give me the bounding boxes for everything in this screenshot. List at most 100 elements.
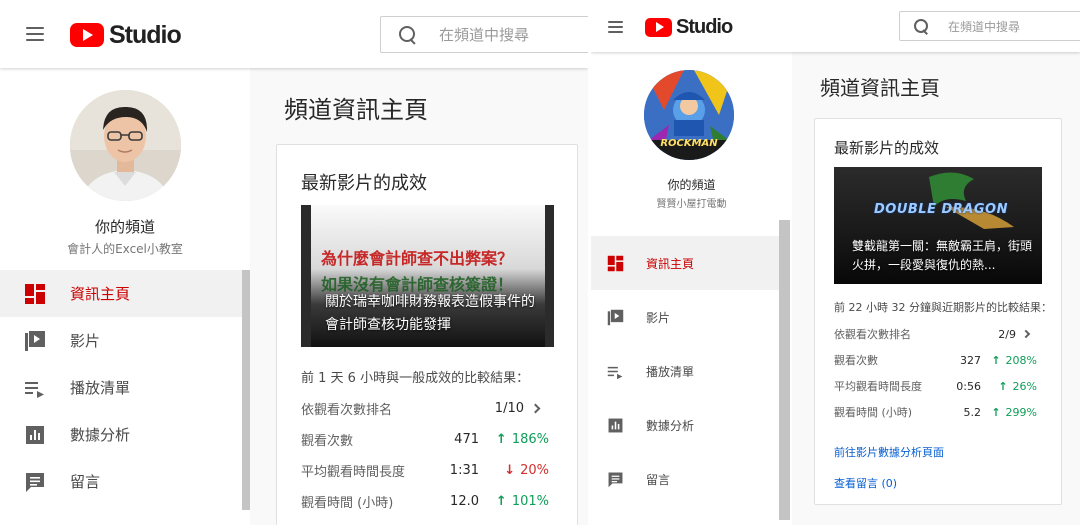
channel-title: 你的頻道 bbox=[94, 218, 155, 236]
stat-row-avg-duration: 平均觀看時間長度 1:31 ↓ 20% bbox=[301, 459, 549, 481]
thumbnail-banner-line-1: 為什麼會計師查不出弊案？ bbox=[321, 249, 514, 268]
channel-title: 你的頻道 bbox=[667, 178, 716, 192]
channel-subtitle: 會計人的Excel小教室 bbox=[67, 242, 183, 256]
sidebar-item-label: 留言 bbox=[70, 473, 101, 491]
arrow-up-icon: ↑ bbox=[998, 379, 1008, 393]
stat-value: 1/10 bbox=[494, 400, 524, 416]
sidebar-nav: 資訊主頁 影片 播放清單 數據分析 留言 bbox=[591, 236, 779, 506]
stat-change-value: 20% bbox=[520, 462, 549, 478]
playlist-icon bbox=[24, 377, 46, 399]
arrow-up-icon: ↑ bbox=[495, 493, 507, 509]
stat-change-value: 299% bbox=[1005, 405, 1037, 419]
sidebar-item-label: 播放清單 bbox=[70, 379, 131, 397]
stat-row-watch-time: 觀看時間 (小時) 5.2 ↑ 299% bbox=[834, 403, 1037, 421]
stat-row-views: 觀看次數 471 ↑ 186% bbox=[301, 428, 549, 450]
sidebar-item-label: 資訊主頁 bbox=[70, 285, 131, 303]
search-icon bbox=[399, 25, 417, 44]
search-input[interactable]: 在頻道中搜尋 bbox=[899, 11, 1080, 41]
stat-label: 平均觀看時間長度 bbox=[301, 464, 406, 480]
stat-value: 0:56 bbox=[956, 379, 981, 393]
sidebar-item-videos[interactable]: 影片 bbox=[591, 290, 779, 344]
card-title: 最新影片的成效 bbox=[834, 139, 940, 157]
sidebar-item-playlists[interactable]: 播放清單 bbox=[0, 364, 242, 411]
logo-text: Studio bbox=[676, 15, 733, 38]
menu-icon[interactable] bbox=[26, 27, 44, 41]
video-title: 雙截龍第一關：無敵霸王肩，街頭火拼，一段愛與復仇的熱... bbox=[852, 239, 1033, 272]
analytics-icon bbox=[24, 424, 46, 446]
main-content: 頻道資訊主頁 最新影片的成效 為什麼會計師查不出弊案？ 如果沒有會計師查核簽證！… bbox=[250, 68, 588, 525]
dashboard-icon bbox=[24, 283, 46, 305]
stat-label: 觀看次數 bbox=[301, 433, 354, 449]
comment-icon bbox=[24, 471, 46, 493]
stat-label: 依觀看次數排名 bbox=[301, 402, 393, 418]
logo-text: Studio bbox=[109, 20, 182, 49]
video-icon bbox=[607, 309, 624, 326]
studio-window-right: Studio 在頻道中搜尋 ROCKMAN 你的頻道 賢賢小屋打電動 資訊主頁 … bbox=[591, 0, 1080, 525]
stat-row-views: 觀看次數 327 ↑ 208% bbox=[834, 351, 1037, 369]
studio-logo[interactable]: Studio bbox=[70, 20, 182, 50]
stat-change: ↑ 186% bbox=[479, 432, 549, 447]
stat-change: ↑ 101% bbox=[479, 494, 549, 509]
comments-link[interactable]: 查看留言 (0) bbox=[834, 475, 897, 491]
sidebar-item-analytics[interactable]: 數據分析 bbox=[591, 398, 779, 452]
menu-icon[interactable] bbox=[608, 21, 623, 33]
stat-change: ↑ 299% bbox=[981, 406, 1037, 419]
analytics-icon bbox=[607, 417, 624, 434]
avatar-portrait-image bbox=[70, 90, 181, 201]
stat-label: 觀看時間 (小時) bbox=[834, 406, 913, 419]
sidebar-item-label: 影片 bbox=[646, 310, 671, 325]
stat-value: 327 bbox=[960, 353, 981, 367]
analytics-link[interactable]: 前往影片數據分析頁面 bbox=[834, 444, 944, 460]
sidebar-item-analytics[interactable]: 數據分析 bbox=[0, 411, 242, 458]
avatar[interactable]: ROCKMAN bbox=[644, 70, 734, 160]
sidebar-item-dashboard[interactable]: 資訊主頁 bbox=[591, 236, 779, 290]
sidebar-item-label: 數據分析 bbox=[70, 426, 131, 444]
sidebar-scrollbar[interactable] bbox=[242, 270, 250, 510]
sidebar-item-label: 留言 bbox=[646, 472, 671, 487]
stat-value: 1:31 bbox=[449, 462, 479, 478]
latest-video-card: 最新影片的成效 為什麼會計師查不出弊案？ 如果沒有會計師查核簽證！ 關於瑞幸咖啡… bbox=[276, 144, 578, 525]
channel-subtitle: 賢賢小屋打電動 bbox=[656, 199, 727, 210]
sidebar-item-dashboard[interactable]: 資訊主頁 bbox=[0, 270, 242, 317]
video-thumbnail[interactable]: DOUBLE DRAGON 雙截龍第一關：無敵霸王肩，街頭火拼，一段愛與復仇的熱… bbox=[834, 167, 1042, 284]
stat-change-value: 208% bbox=[1005, 353, 1037, 367]
stat-change: ↓ 20% bbox=[479, 463, 549, 478]
latest-video-card: 最新影片的成效 DOUBLE DRAGON 雙截龍第一關：無敵霸王肩，街頭火拼，… bbox=[814, 118, 1062, 505]
arrow-up-icon: ↑ bbox=[495, 431, 507, 447]
comparison-summary: 前 22 小時 32 分鐘與近期影片的比較結果： bbox=[834, 301, 1052, 314]
card-title: 最新影片的成效 bbox=[301, 173, 427, 194]
sidebar-item-label: 影片 bbox=[70, 332, 101, 350]
stat-value: 12.0 bbox=[450, 493, 479, 509]
stat-row-avg-duration: 平均觀看時間長度 0:56 ↑ 26% bbox=[834, 377, 1037, 395]
sidebar-item-comments[interactable]: 留言 bbox=[591, 452, 779, 506]
chevron-right-icon bbox=[530, 403, 541, 413]
sidebar-item-label: 數據分析 bbox=[646, 418, 695, 433]
stat-change: ↑ 208% bbox=[981, 354, 1037, 367]
sidebar-item-playlists[interactable]: 播放清單 bbox=[591, 344, 779, 398]
dashboard-icon bbox=[607, 255, 624, 272]
sidebar-nav: 資訊主頁 影片 播放清單 數據分析 留言 bbox=[0, 270, 242, 505]
top-bar: Studio 在頻道中搜尋 bbox=[591, 0, 1080, 52]
avatar-logo-text: ROCKMAN bbox=[660, 138, 718, 149]
stat-value: 471 bbox=[454, 431, 479, 447]
sidebar-item-label: 資訊主頁 bbox=[646, 256, 695, 271]
search-input[interactable]: 在頻道中搜尋 bbox=[380, 16, 588, 53]
sidebar-item-videos[interactable]: 影片 bbox=[0, 317, 242, 364]
sidebar-scrollbar[interactable] bbox=[779, 220, 790, 520]
stat-row-watch-time: 觀看時間 (小時) 12.0 ↑ 101% bbox=[301, 490, 549, 512]
video-thumbnail[interactable]: 為什麼會計師查不出弊案？ 如果沒有會計師查核簽證！ 關於瑞幸咖啡財務報表造假事件… bbox=[301, 205, 554, 347]
youtube-play-icon bbox=[70, 23, 104, 47]
sidebar-item-comments[interactable]: 留言 bbox=[0, 458, 242, 505]
top-bar: Studio 在頻道中搜尋 bbox=[0, 0, 588, 68]
search-placeholder: 在頻道中搜尋 bbox=[439, 26, 530, 44]
stat-row-rank[interactable]: 依觀看次數排名 2/9 bbox=[834, 325, 1037, 343]
studio-logo[interactable]: Studio bbox=[645, 15, 733, 39]
stat-value: 2/9 bbox=[998, 327, 1016, 341]
stat-row-rank[interactable]: 依觀看次數排名 1/10 bbox=[301, 397, 549, 419]
thumbnail-banner-line-1: DOUBLE DRAGON bbox=[874, 202, 1008, 217]
stat-label: 依觀看次數排名 bbox=[834, 328, 911, 341]
stat-change-value: 101% bbox=[511, 493, 549, 509]
arrow-down-icon: ↓ bbox=[504, 462, 516, 478]
chevron-right-icon bbox=[1021, 329, 1031, 339]
avatar[interactable] bbox=[70, 90, 181, 201]
